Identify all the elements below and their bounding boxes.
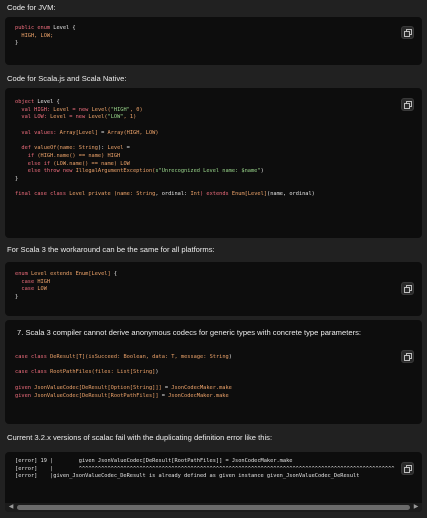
copy-icon (404, 285, 412, 293)
code-block-jvm[interactable]: public enum Level { HIGH, LOW; } (5, 17, 422, 65)
code-block-item7[interactable]: 7. Scala 3 compiler cannot derive anonym… (5, 320, 422, 424)
triangle-left-icon[interactable]: ◀ (7, 504, 15, 511)
code-block-scala3[interactable]: enum Level extends Enum[Level] { case HI… (5, 262, 422, 316)
jvm-heading: Code for JVM: (7, 3, 56, 12)
scalajs-heading: Code for Scala.js and Scala Native: (7, 74, 127, 83)
code-text: public enum Level { HIGH, LOW; } (15, 25, 76, 47)
copy-button[interactable] (401, 26, 414, 39)
code-block-scalajs[interactable]: object Level { val HIGH: Level = new Lev… (5, 88, 422, 238)
copy-button[interactable] (401, 282, 414, 295)
copy-icon (404, 29, 412, 37)
code-block-scalac[interactable]: [error] 19 | given JsonValueCodec[DeResu… (5, 452, 422, 512)
code-text: case class DeResult[T](isSucceed: Boolea… (15, 354, 232, 399)
horizontal-scrollbar[interactable]: ◀ ▶ (5, 503, 422, 512)
scala3-heading: For Scala 3 the workaround can be the sa… (7, 245, 215, 254)
scrollbar-thumb[interactable] (17, 505, 410, 510)
copy-icon (404, 353, 412, 361)
item7-heading: 7. Scala 3 compiler cannot derive anonym… (17, 328, 362, 337)
code-text: object Level { val HIGH: Level = new Lev… (15, 99, 315, 198)
code-text: enum Level extends Enum[Level] { case HI… (15, 271, 118, 301)
copy-button[interactable] (401, 350, 414, 363)
code-text: [error] 19 | given JsonValueCodec[DeResu… (15, 458, 395, 480)
scalac-heading: Current 3.2.x versions of scalac fail wi… (7, 433, 273, 442)
triangle-right-icon[interactable]: ▶ (412, 504, 420, 511)
